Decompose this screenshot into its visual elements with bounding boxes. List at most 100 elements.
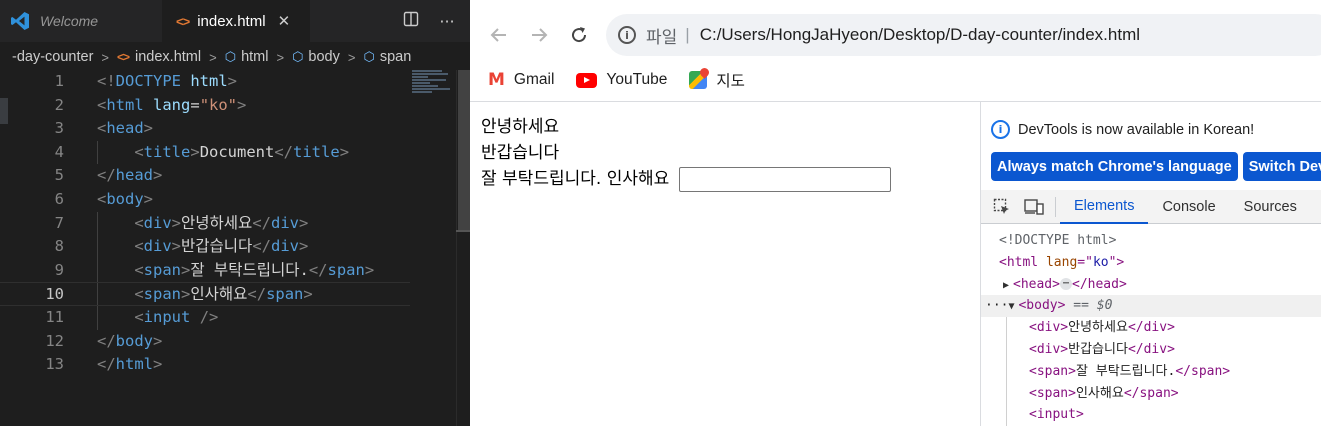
dom-tag: <input> [1029,407,1084,423]
breadcrumb-file[interactable]: index.html [135,49,201,65]
code-token: </ [274,142,294,161]
bookmark-gmail[interactable]: M Gmail [488,70,554,90]
code-token: < [134,285,144,304]
tab-index-html[interactable]: <> index.html ✕ [162,0,310,42]
code-token: </ [308,260,328,279]
code-editor[interactable]: 1 <!DOCTYPE html> 2 <html lang="ko"> 3 <head>… [0,70,410,426]
page-text-input[interactable] [678,166,891,192]
code-line[interactable]: 5 </head> [0,164,410,188]
elements-dom-tree[interactable]: <!DOCTYPE html> <html lang="ko"> ▶ <head> ⋯ <… [981,230,1321,426]
code-token: </ [97,166,116,185]
dom-node-span[interactable]: <span>인사해요</span> [981,382,1321,405]
bookmark-maps[interactable]: 지도 [689,69,745,91]
forward-arrow-icon[interactable] [522,18,556,52]
dom-node-div[interactable]: <div>반갑습니다</div> [981,338,1321,361]
scrollbar-cursor-marker [456,230,470,232]
bookmark-youtube[interactable]: YouTube [576,71,667,89]
breadcrumb-span[interactable]: span [380,49,411,65]
more-options-icon[interactable]: ··· [985,298,1008,313]
code-token: html [190,72,228,90]
dom-node-div[interactable]: <div>안녕하세요</div> [981,317,1321,339]
code-line[interactable]: 7 <div>안녕하세요</div> [0,211,410,236]
element-cube-icon: ⬡ [224,49,237,64]
dom-node-body[interactable]: ···▼ <body> == $0 [981,295,1321,318]
code-line[interactable]: 9 <span>잘 부탁드립니다.</span> [0,258,410,283]
devtools-tab-console[interactable]: Console [1148,190,1229,224]
devtools-notice-text: DevTools is now available in Korean! [1018,121,1255,138]
code-token: > [339,142,350,161]
code-line[interactable]: 12 </body> [0,330,410,354]
code-line[interactable]: 10 <span>인사해요</span> [0,282,410,306]
devtools-panel: i DevTools is now available in Korean! A… [980,102,1321,426]
close-tab-icon[interactable]: ✕ [278,12,291,30]
code-token: head [106,119,144,138]
code-token: > [171,237,182,256]
code-token: > [181,285,191,304]
breadcrumb-body[interactable]: body [308,49,339,65]
dom-attr-value: ko [1092,254,1109,270]
dom-node-head[interactable]: ▶ <head> ⋯ </head> [981,274,1321,296]
dom-node-html[interactable]: <html lang="ko"> [981,252,1321,274]
address-bar[interactable]: i 파일 | C:/Users/HongJaHyeon/Desktop/D-da… [606,14,1321,56]
dom-tag: <head> [1013,276,1060,292]
dom-tag: "> [1108,254,1125,270]
dom-node-undefineddoctype[interactable]: <!DOCTYPE html> [981,230,1321,252]
code-line[interactable]: 2 <html lang="ko"> [0,94,410,118]
device-toolbar-icon[interactable] [1023,197,1045,217]
gmail-icon: M [488,70,505,90]
back-arrow-icon[interactable] [482,18,516,52]
breadcrumb-folder[interactable]: -day-counter [12,49,93,65]
dom-indent-guide [1006,338,1007,361]
address-bar-url[interactable]: C:/Users/HongJaHyeon/Desktop/D-day-count… [700,25,1140,45]
html-file-icon: <> [117,50,130,64]
tab-welcome[interactable]: Welcome [10,0,160,42]
code-token: > [299,213,309,232]
site-info-icon[interactable]: i [618,26,636,44]
code-line[interactable]: 8 <div>반갑습니다</div> [0,235,410,259]
editor-scrollbar-thumb[interactable] [458,70,470,230]
devtools-tab-elements[interactable]: Elements [1060,190,1149,224]
switch-devtools-language-button[interactable]: Switch DevTo [1242,152,1321,181]
breadcrumb-html[interactable]: html [241,49,268,65]
dom-indent-guide [1006,382,1007,405]
bookmark-gmail-label: Gmail [513,71,555,88]
code-token: div [143,213,172,232]
split-editor-icon[interactable] [402,11,420,31]
always-match-language-button[interactable]: Always match Chrome's language [991,152,1238,181]
code-text: <title>Document</title> [97,141,349,165]
collapse-triangle-icon[interactable]: ▼ [1008,296,1018,318]
dom-tag: </div> [1127,341,1175,357]
code-line[interactable]: 4 <title>Document</title> [0,140,410,165]
inspect-element-icon[interactable] [991,197,1013,217]
code-line[interactable]: 13 </html> [0,353,410,377]
collapsed-ellipsis-icon[interactable]: ⋯ [1059,278,1072,291]
more-actions-icon[interactable]: ··· [438,12,456,31]
code-token: 안녕하세요 [181,213,253,232]
code-token: body [106,189,144,208]
page-div-welcome: 반갑습니다 [481,143,560,163]
code-line[interactable]: 3 <head> [0,117,410,141]
maps-icon [689,71,708,89]
minimap[interactable] [412,70,456,100]
code-token: </ [252,237,271,256]
devtools-toolbar-separator [1055,196,1056,217]
devtools-tab-bar: Elements Console Sources [981,190,1321,224]
expand-triangle-icon[interactable]: ▶ [1003,275,1013,297]
reload-icon[interactable] [562,18,596,52]
code-text: </body> [97,330,162,354]
code-token: 인사해요 [190,285,248,304]
devtools-tab-sources[interactable]: Sources [1230,190,1311,224]
vscode-window: Welcome <> index.html ✕ ··· -day-counter… [0,0,470,426]
code-line[interactable]: 11 <input /> [0,305,410,330]
line-number: 8 [54,237,64,256]
bookmarks-bar: M Gmail YouTube 지도 [470,64,1321,96]
code-line[interactable]: 6 <body> [0,188,410,212]
dom-node-span[interactable]: <span>잘 부탁드립니다.</span> [981,360,1321,383]
code-line[interactable]: 1 <!DOCTYPE html> [0,70,410,94]
chevron-right-icon: > [276,49,285,65]
line-number: 3 [54,119,64,138]
dom-node-input[interactable]: <input> [981,404,1321,426]
dom-tag: <div> [1029,320,1069,336]
